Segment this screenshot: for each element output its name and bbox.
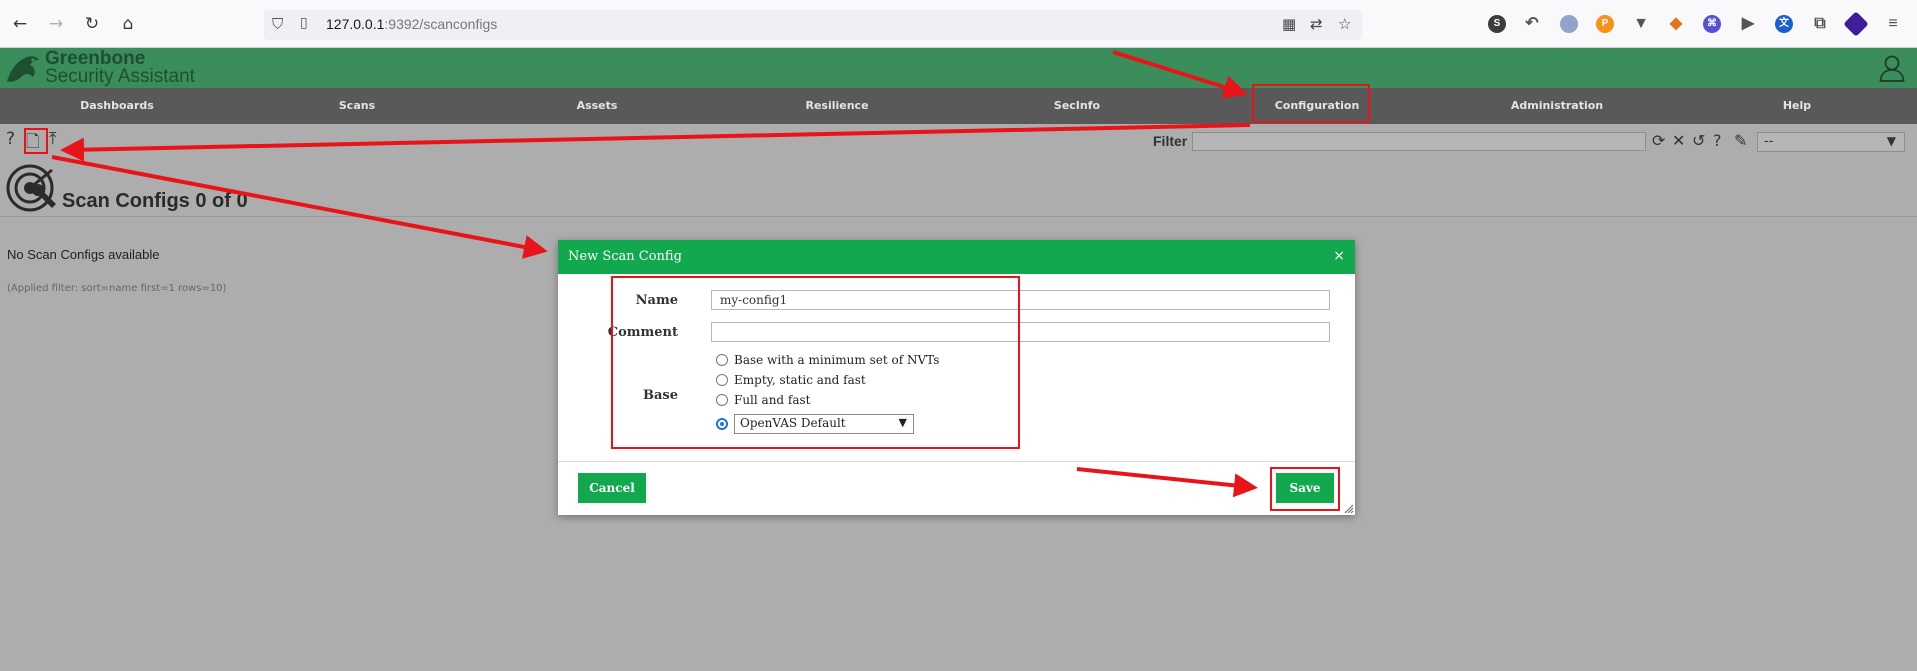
annotation-arrows: [51, 50, 1258, 498]
arrow-to-configuration: [1112, 50, 1248, 99]
arrow-to-dialog: [51, 155, 548, 259]
arrow-to-save: [1076, 467, 1258, 498]
arrow-to-new-icon: [60, 123, 1251, 162]
